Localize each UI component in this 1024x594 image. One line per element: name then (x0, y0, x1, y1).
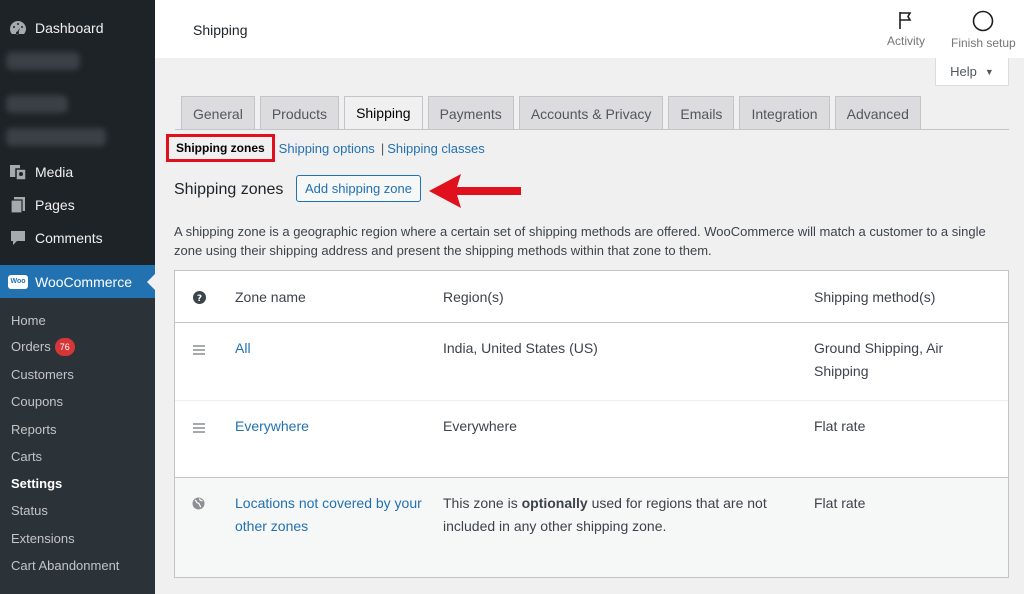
submenu-orders-label: Orders (11, 339, 51, 354)
caret-down-icon: ▼ (984, 66, 994, 77)
svg-text:?: ? (197, 294, 202, 304)
help-icon[interactable]: ? (193, 291, 206, 304)
menu-comments[interactable]: Comments (0, 221, 155, 254)
woocommerce-submenu: Home Orders 76 Customers Coupons Reports … (0, 298, 155, 594)
tab-accounts-privacy[interactable]: Accounts & Privacy (518, 96, 664, 130)
media-icon (8, 162, 28, 182)
menu-dashboard-label: Dashboard (35, 19, 104, 36)
blurred-menu-item (6, 95, 68, 113)
page-header: Shipping Activity Finish setup (155, 0, 1024, 58)
submenu-home[interactable]: Home (11, 313, 46, 328)
table-row[interactable]: All India, United States (US) Ground Shi… (175, 323, 1008, 401)
table-row[interactable]: Everywhere Everywhere Flat rate (175, 401, 1008, 478)
zone-methods: Flat rate (814, 418, 866, 434)
tab-products[interactable]: Products (259, 96, 340, 130)
activity-button[interactable]: Activity (887, 10, 925, 48)
add-shipping-zone-button[interactable]: Add shipping zone (296, 175, 421, 202)
menu-woocommerce-label: WooCommerce (35, 273, 132, 290)
pages-icon (8, 195, 28, 215)
submenu-reports[interactable]: Reports (11, 422, 57, 437)
finish-setup-label: Finish setup (951, 36, 1016, 50)
comments-icon (8, 228, 28, 248)
tab-advanced[interactable]: Advanced (834, 96, 921, 130)
submenu-carts[interactable]: Carts (11, 449, 42, 464)
tab-emails[interactable]: Emails (668, 96, 735, 130)
section-title: Shipping zones (174, 181, 284, 198)
tab-shipping[interactable]: Shipping (344, 96, 423, 130)
section-description: A shipping zone is a geographic region w… (174, 224, 986, 258)
drag-handle-icon[interactable] (193, 423, 205, 435)
current-menu-pointer (147, 274, 155, 290)
submenu-coupons[interactable]: Coupons (11, 394, 63, 409)
shipping-subsections: Shipping zones Shipping options | Shippi… (166, 134, 485, 162)
help-label: Help (950, 64, 977, 79)
subsection-shipping-classes[interactable]: Shipping classes (387, 141, 485, 156)
drag-handle-icon[interactable] (193, 345, 205, 357)
menu-pages-label: Pages (35, 196, 75, 213)
submenu-status[interactable]: Status (11, 503, 48, 518)
subsection-shipping-options[interactable]: Shipping options (279, 141, 375, 156)
annotation-arrow-icon (429, 174, 521, 208)
subsection-separator: | (380, 140, 385, 156)
table-header-row: ? Zone name Region(s) Shipping method(s) (175, 271, 1008, 323)
settings-tabs: General Products Shipping Payments Accou… (181, 96, 926, 130)
fallback-zone-description: This zone is optionally used for regions… (443, 492, 778, 538)
menu-media-label: Media (35, 163, 74, 180)
tab-payments[interactable]: Payments (427, 96, 514, 130)
zone-name-link[interactable]: All (235, 337, 251, 360)
tabs-divider (175, 129, 1009, 130)
submenu-orders[interactable]: Orders 76 (11, 338, 75, 356)
menu-woocommerce[interactable]: Woo WooCommerce (0, 265, 155, 298)
help-tab[interactable]: Help ▼ (935, 58, 1009, 86)
column-shipping-methods: Shipping method(s) (814, 289, 936, 305)
flag-icon (899, 12, 912, 29)
column-zone-name: Zone name (235, 289, 306, 305)
menu-dashboard[interactable]: Dashboard (0, 11, 155, 44)
fallback-zone-link[interactable]: Locations not covered by your other zone… (235, 492, 425, 538)
subsection-shipping-zones[interactable]: Shipping zones (166, 134, 275, 162)
zone-regions: Everywhere (443, 418, 517, 434)
blurred-menu-item (6, 52, 80, 70)
zone-methods: Ground Shipping, Air Shipping (814, 340, 944, 379)
page-title: Shipping (193, 22, 248, 38)
admin-sidebar: Dashboard Media Pages Comments Woo WooCo… (0, 0, 155, 594)
table-row-fallback[interactable]: Locations not covered by your other zone… (175, 478, 1008, 577)
shipping-zones-table: ? Zone name Region(s) Shipping method(s)… (174, 270, 1009, 578)
fallback-desc-bold: optionally (521, 495, 588, 511)
tab-general[interactable]: General (181, 96, 255, 130)
finish-setup-button[interactable]: Finish setup (951, 10, 1016, 50)
menu-media[interactable]: Media (0, 155, 155, 188)
submenu-customers[interactable]: Customers (11, 367, 74, 382)
progress-circle-icon (973, 10, 994, 32)
woo-logo: Woo (8, 274, 28, 289)
orders-count-badge: 76 (54, 338, 75, 356)
tab-integration[interactable]: Integration (739, 96, 830, 130)
zone-regions: India, United States (US) (443, 340, 598, 356)
dashboard-icon (8, 18, 28, 38)
fallback-zone-methods: Flat rate (814, 495, 866, 511)
column-regions: Region(s) (443, 289, 504, 305)
menu-comments-label: Comments (35, 229, 103, 246)
submenu-extensions[interactable]: Extensions (11, 531, 75, 546)
woocommerce-icon: Woo (8, 272, 28, 292)
menu-pages[interactable]: Pages (0, 188, 155, 221)
submenu-cart-abandonment[interactable]: Cart Abandonment (11, 558, 119, 573)
fallback-desc-pre: This zone is (443, 495, 522, 511)
activity-label: Activity (887, 34, 926, 48)
submenu-settings[interactable]: Settings (11, 476, 62, 491)
globe-icon (192, 497, 205, 510)
blurred-menu-item (6, 128, 106, 146)
zone-name-link[interactable]: Everywhere (235, 415, 309, 438)
